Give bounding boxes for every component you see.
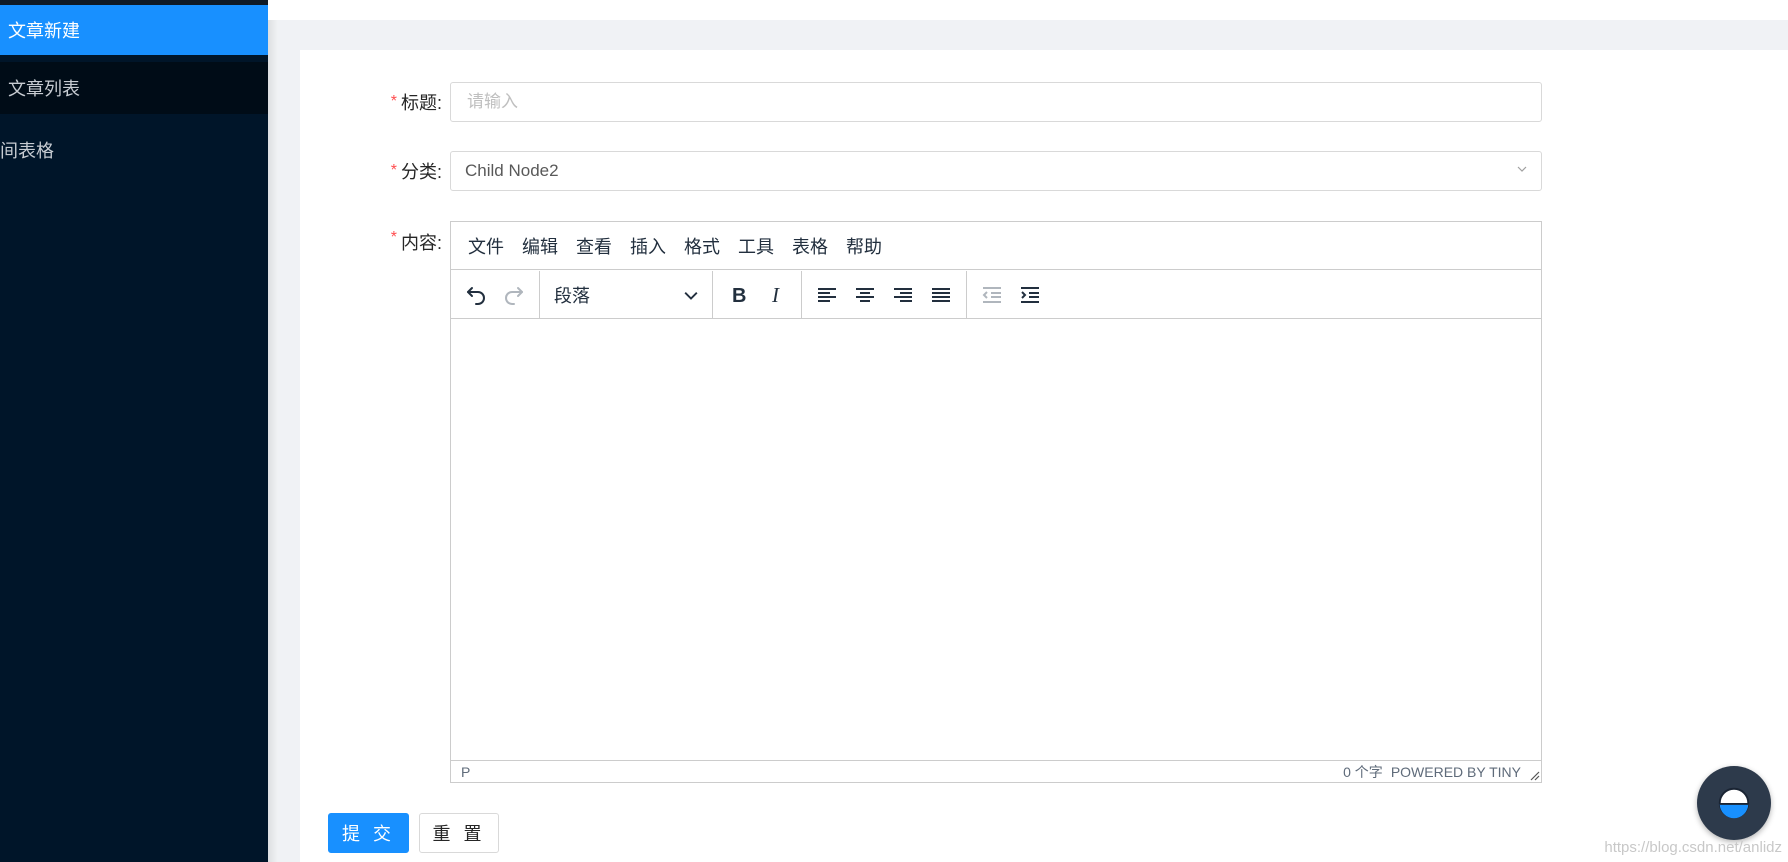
content-label: * 内容: (300, 221, 442, 261)
menu-format[interactable]: 格式 (675, 229, 729, 263)
bold-button[interactable]: B (719, 276, 757, 314)
align-right-icon (894, 287, 912, 302)
redo-button[interactable] (495, 276, 533, 314)
reset-button[interactable]: 重 置 (419, 813, 499, 853)
editor-statusbar: P 0 个字 POWERED BY TINY (451, 760, 1541, 782)
svg-text:I: I (771, 283, 780, 307)
submit-button[interactable]: 提 交 (328, 813, 409, 853)
editor-menubar: 文件 编辑 查看 插入 格式 工具 表格 帮助 (451, 222, 1541, 270)
undo-icon (467, 286, 485, 305)
assistant-icon (1718, 787, 1750, 819)
sidebar-item-label: 间表格 (0, 141, 54, 161)
title-input[interactable] (465, 91, 1541, 113)
element-path[interactable]: P (461, 764, 470, 780)
status-right: 0 个字 POWERED BY TINY (1343, 762, 1531, 782)
category-selected-value: Child Node2 (465, 161, 559, 180)
menu-tools[interactable]: 工具 (729, 229, 783, 263)
top-header (268, 0, 1788, 20)
watermark-text: https://blog.csdn.net/anlidz (1604, 839, 1782, 856)
sidebar-item-label: 文章列表 (8, 79, 80, 99)
resize-handle-icon[interactable] (1528, 769, 1540, 781)
indent-group (967, 271, 1055, 319)
category-label-text: 分类: (400, 162, 442, 182)
editor-content-area[interactable] (451, 320, 1541, 760)
text-style-group: B I (713, 270, 802, 319)
align-justify-button[interactable] (922, 276, 960, 314)
sidebar-item-article-new[interactable]: 文章新建 (0, 5, 268, 55)
outdent-button[interactable] (973, 276, 1011, 314)
menu-edit[interactable]: 编辑 (513, 229, 567, 263)
category-label: * 分类: (300, 151, 442, 191)
align-left-button[interactable] (808, 276, 846, 314)
required-star: * (390, 229, 397, 246)
bold-icon: B (732, 285, 746, 307)
chevron-down-icon (684, 291, 698, 300)
sidebar-item-label: 文章新建 (8, 21, 80, 41)
italic-button[interactable]: I (757, 276, 795, 314)
menu-insert[interactable]: 插入 (621, 229, 675, 263)
floating-assistant-button[interactable] (1697, 766, 1771, 840)
required-star: * (390, 162, 397, 179)
svg-text:B: B (732, 285, 746, 307)
title-label: * 标题: (300, 82, 442, 122)
title-field[interactable] (450, 82, 1542, 122)
align-right-button[interactable] (884, 276, 922, 314)
block-format-select[interactable]: 段落 (546, 276, 706, 314)
outdent-icon (982, 286, 1001, 303)
italic-icon: I (771, 283, 780, 307)
alignment-group (802, 270, 967, 319)
block-format-value: 段落 (554, 285, 590, 306)
indent-button[interactable] (1011, 276, 1049, 314)
chevron-down-icon (1517, 166, 1527, 172)
content-label-text: 内容: (400, 233, 442, 253)
editor-toolbar: 段落 B I (451, 270, 1541, 319)
sidebar: 文章新建 文章列表 间表格 (0, 0, 268, 862)
align-center-button[interactable] (846, 276, 884, 314)
title-label-text: 标题: (400, 93, 442, 113)
menu-file[interactable]: 文件 (459, 229, 513, 263)
align-center-icon (856, 287, 874, 302)
block-format-group: 段落 (540, 270, 713, 319)
align-justify-icon (932, 287, 950, 302)
required-star: * (390, 93, 397, 110)
menu-help[interactable]: 帮助 (837, 229, 891, 263)
rich-text-editor: 文件 编辑 查看 插入 格式 工具 表格 帮助 段落 B I P 0 个字 PO… (450, 221, 1542, 783)
category-select[interactable]: Child Node2 (450, 151, 1542, 191)
menu-view[interactable]: 查看 (567, 229, 621, 263)
history-group (451, 270, 540, 319)
menu-table[interactable]: 表格 (783, 229, 837, 263)
sidebar-shadow (268, 0, 278, 862)
indent-icon (1021, 286, 1039, 303)
sidebar-item-article-list[interactable]: 文章列表 (0, 62, 268, 114)
word-count[interactable]: 0 个字 (1343, 762, 1383, 782)
redo-icon (505, 286, 523, 305)
sidebar-item-table[interactable]: 间表格 (0, 124, 268, 176)
undo-button[interactable] (457, 276, 495, 314)
powered-by-link[interactable]: POWERED BY TINY (1391, 764, 1521, 780)
align-left-icon (818, 287, 836, 302)
